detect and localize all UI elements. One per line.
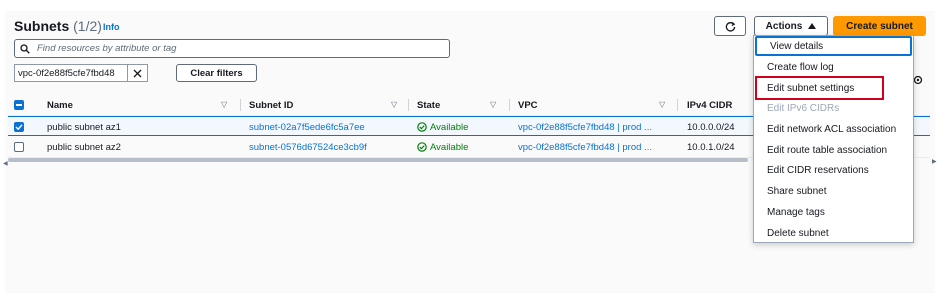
refresh-button[interactable] xyxy=(714,16,746,36)
selection-count: (1/2) xyxy=(73,18,102,34)
column-header-state[interactable]: State xyxy=(417,95,440,115)
filter-token: vpc-0f2e88f5cfe7fbd48 xyxy=(14,64,148,82)
cell-state: Available xyxy=(417,137,468,157)
menu-item-edit-route-table-association[interactable]: Edit route table association xyxy=(754,140,913,160)
caret-up-icon xyxy=(808,23,817,29)
menu-item-manage-tags[interactable]: Manage tags xyxy=(754,202,913,222)
cell-vpc[interactable]: vpc-0f2e88f5cfe7fbd48 | prod ... xyxy=(518,117,652,137)
menu-item-share-subnet[interactable]: Share subnet xyxy=(754,181,913,201)
cell-subnet-id[interactable]: subnet-0576d67524ce3cb9f xyxy=(249,137,367,157)
menu-item-edit-network-acl-association[interactable]: Edit network ACL association xyxy=(754,119,913,139)
cell-name: public subnet az1 xyxy=(47,121,121,133)
clear-filters-label: Clear filters xyxy=(190,67,243,79)
select-all-checkbox[interactable] xyxy=(14,95,24,115)
column-divider xyxy=(677,99,678,111)
search-input[interactable] xyxy=(35,42,439,55)
menu-item-edit-ipv6-cidrs: Edit IPv6 CIDRs xyxy=(767,102,840,114)
column-header-ipv4-cidr[interactable]: IPv4 CIDR xyxy=(687,95,732,115)
menu-item-edit-subnet-settings[interactable]: Edit subnet settings xyxy=(755,76,884,100)
cell-state: Available xyxy=(417,117,468,137)
column-divider xyxy=(509,99,510,111)
column-divider xyxy=(240,99,241,111)
menu-item-edit-cidr-reservations[interactable]: Edit CIDR reservations xyxy=(754,160,913,180)
status-ok-icon xyxy=(417,122,427,132)
state-text: Available xyxy=(430,141,469,153)
remove-filter-button[interactable] xyxy=(126,65,147,81)
page-title: Subnets (1/2) xyxy=(14,18,102,34)
checkbox-icon xyxy=(14,100,24,110)
cell-subnet-id[interactable]: subnet-02a7f5ede6fc5a7ee xyxy=(249,117,365,137)
info-link[interactable]: Info xyxy=(103,22,120,32)
cell-ipv4-cidr: 10.0.1.0/24 xyxy=(687,141,735,153)
sort-icon[interactable]: ▽ xyxy=(391,100,397,109)
actions-label: Actions xyxy=(765,20,803,32)
actions-menu: View details Create flow log Edit subnet… xyxy=(753,35,914,243)
column-header-subnet-id[interactable]: Subnet ID xyxy=(249,95,293,115)
sort-icon[interactable]: ▽ xyxy=(490,100,496,109)
checkbox-icon xyxy=(14,142,24,152)
horizontal-scrollbar[interactable] xyxy=(8,158,748,162)
row-checkbox[interactable] xyxy=(14,137,24,157)
actions-button[interactable]: Actions xyxy=(754,16,828,36)
row-checkbox[interactable] xyxy=(14,117,24,137)
settings-icon xyxy=(913,75,923,85)
checkbox-icon xyxy=(14,122,24,132)
sort-icon[interactable]: ▽ xyxy=(221,100,227,109)
cell-name: public subnet az2 xyxy=(47,141,121,153)
column-divider xyxy=(408,99,409,111)
cell-ipv4-cidr: 10.0.0.0/24 xyxy=(687,121,735,133)
clear-filters-button[interactable]: Clear filters xyxy=(176,64,257,82)
filter-token-value: vpc-0f2e88f5cfe7fbd48 xyxy=(18,67,115,79)
preferences-button[interactable] xyxy=(913,72,923,90)
status-ok-icon xyxy=(417,142,427,152)
sort-icon[interactable]: ▽ xyxy=(659,100,665,109)
page-title-text: Subnets xyxy=(14,18,70,34)
create-subnet-label: Create subnet xyxy=(846,20,913,32)
create-subnet-button[interactable]: Create subnet xyxy=(833,16,926,36)
cell-vpc[interactable]: vpc-0f2e88f5cfe7fbd48 | prod ... xyxy=(518,137,652,157)
column-header-name[interactable]: Name xyxy=(47,95,73,115)
search-icon xyxy=(20,43,30,54)
close-icon xyxy=(133,69,142,77)
scroll-right-arrow[interactable]: ▶ xyxy=(932,158,937,165)
refresh-icon xyxy=(725,21,735,32)
search-box xyxy=(14,39,450,58)
menu-item-create-flow-log[interactable]: Create flow log xyxy=(754,57,913,77)
state-text: Available xyxy=(430,121,469,133)
menu-item-view-details[interactable]: View details xyxy=(755,36,912,56)
menu-item-delete-subnet[interactable]: Delete subnet xyxy=(754,223,913,243)
column-header-vpc[interactable]: VPC xyxy=(518,95,538,115)
scroll-left-arrow[interactable]: ◀ xyxy=(3,160,8,167)
